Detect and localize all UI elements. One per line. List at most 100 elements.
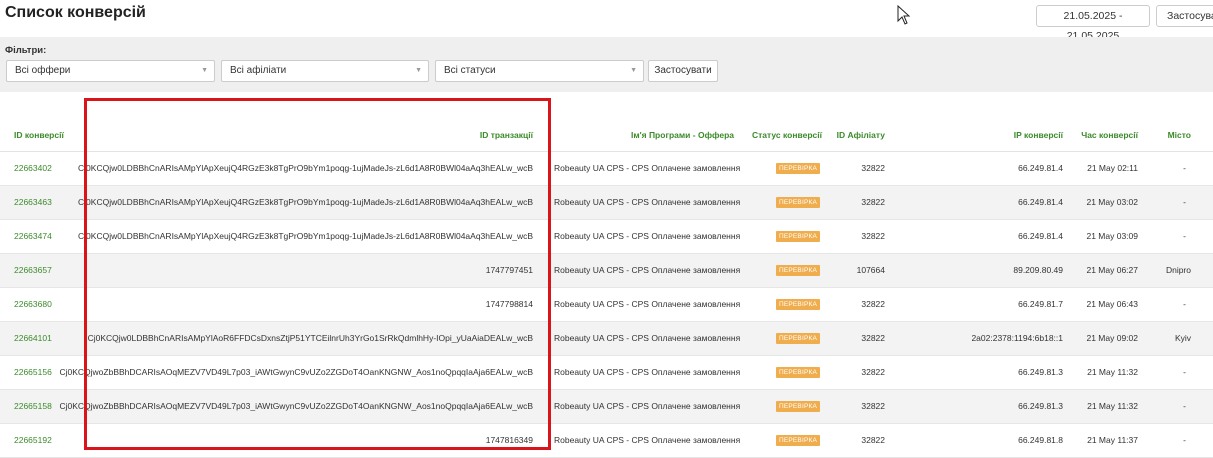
status-badge: ПЕРЕВІРКА bbox=[776, 197, 820, 208]
offers-select[interactable]: Всі оффери ▼ bbox=[6, 60, 215, 82]
city: - bbox=[1183, 299, 1186, 309]
conversion-id-link[interactable]: 22663474 bbox=[14, 220, 52, 253]
conversion-time: 21 May 06:43 bbox=[1086, 299, 1138, 309]
mouse-cursor-icon bbox=[897, 5, 911, 25]
table-row: 22664101 Cj0KCQjw0LDBBhCnARIsAMpYlAoR6FFD… bbox=[0, 322, 1213, 356]
table-row: 22663657 1747797451 Robeauty UA CPS - CPS … bbox=[0, 254, 1213, 288]
transaction-id: 1747798814 bbox=[485, 299, 533, 309]
conversion-time: 21 May 03:02 bbox=[1086, 197, 1138, 207]
transaction-id: Cj0KCQjwoZbBBhDCARIsAOqMEZV7VD49L7p03_iA… bbox=[59, 401, 533, 411]
conversion-id-link[interactable]: 22665192 bbox=[14, 424, 52, 457]
conversion-ip: 66.249.81.3 bbox=[1018, 367, 1063, 377]
column-header-transaction-id[interactable]: ID транзакції bbox=[480, 130, 533, 140]
conversion-id-link[interactable]: 22665156 bbox=[14, 356, 52, 389]
offer-name: Robeauty UA CPS - CPS Оплачене замовленн… bbox=[554, 299, 741, 309]
offer-name: Robeauty UA CPS - CPS Оплачене замовленн… bbox=[554, 333, 741, 343]
status-badge: ПЕРЕВІРКА bbox=[776, 163, 820, 174]
offer-name: Robeauty UA CPS - CPS Оплачене замовленн… bbox=[554, 197, 741, 207]
status-badge: ПЕРЕВІРКА bbox=[776, 265, 820, 276]
conversion-time: 21 May 11:32 bbox=[1087, 367, 1138, 377]
statuses-select-value: Всі статуси bbox=[444, 65, 496, 76]
conversion-ip: 89.209.80.49 bbox=[1013, 265, 1063, 275]
page-title: Список конверсій bbox=[5, 4, 146, 21]
city: - bbox=[1183, 401, 1186, 411]
offer-name: Robeauty UA CPS - CPS Оплачене замовленн… bbox=[554, 401, 741, 411]
conversion-ip: 66.249.81.7 bbox=[1018, 299, 1063, 309]
table-row: 22665158 Cj0KCQjwoZbBBhDCARIsAOqMEZV7VD49… bbox=[0, 390, 1213, 424]
status-badge: ПЕРЕВІРКА bbox=[776, 231, 820, 242]
conversion-id-link[interactable]: 22663657 bbox=[14, 254, 52, 287]
affiliate-id: 32822 bbox=[861, 299, 885, 309]
conversion-time: 21 May 11:32 bbox=[1087, 401, 1138, 411]
chevron-down-icon: ▼ bbox=[201, 67, 208, 74]
city: - bbox=[1183, 163, 1186, 173]
status-badge: ПЕРЕВІРКА bbox=[776, 435, 820, 446]
conversion-ip: 66.249.81.8 bbox=[1018, 435, 1063, 445]
column-header-conversion-id[interactable]: ID конверсії bbox=[14, 130, 64, 140]
transaction-id: Cj0KCQjw0LDBBhCnARIsAMpYlApXeujQ4RGzE3k8… bbox=[78, 197, 533, 207]
city: - bbox=[1183, 435, 1186, 445]
transaction-id: Cj0KCQjw0LDBBhCnARIsAMpYlApXeujQ4RGzE3k8… bbox=[78, 231, 533, 241]
transaction-id: 1747797451 bbox=[485, 265, 533, 275]
city: - bbox=[1183, 197, 1186, 207]
table-row: 22663474 Cj0KCQjw0LDBBhCnARIsAMpYlApXeujQ… bbox=[0, 220, 1213, 254]
conversion-time: 21 May 09:02 bbox=[1086, 333, 1138, 343]
conversion-id-link[interactable]: 22664101 bbox=[14, 322, 52, 355]
affiliate-id: 32822 bbox=[861, 367, 885, 377]
table-row: 22665156 Cj0KCQjwoZbBBhDCARIsAOqMEZV7VD49… bbox=[0, 356, 1213, 390]
transaction-id: Cj0KCQjw0LDBBhCnARIsAMpYlApXeujQ4RGzE3k8… bbox=[78, 163, 533, 173]
conversion-ip: 66.249.81.4 bbox=[1018, 231, 1063, 241]
offer-name: Robeauty UA CPS - CPS Оплачене замовленн… bbox=[554, 231, 741, 241]
offer-name: Robeauty UA CPS - CPS Оплачене замовленн… bbox=[554, 163, 741, 173]
city: Dnipro bbox=[1165, 265, 1191, 275]
city: - bbox=[1183, 367, 1186, 377]
conversion-time: 21 May 02:11 bbox=[1087, 163, 1138, 173]
status-badge: ПЕРЕВІРКА bbox=[776, 367, 820, 378]
conversion-ip: 66.249.81.4 bbox=[1018, 163, 1063, 173]
table-row: 22663680 1747798814 Robeauty UA CPS - CPS … bbox=[0, 288, 1213, 322]
conversion-id-link[interactable]: 22663402 bbox=[14, 152, 52, 185]
transaction-id: Cj0KCQjw0LDBBhCnARIsAMpYlAoR6FFDCsDxnsZt… bbox=[87, 333, 533, 343]
city: - bbox=[1183, 231, 1186, 241]
conversion-ip: 2a02:2378:1194:6b18::1 bbox=[971, 333, 1063, 343]
table-row: 22665192 1747816349 Robeauty UA CPS - CPS … bbox=[0, 424, 1213, 458]
affiliate-id: 32822 bbox=[861, 401, 885, 411]
conversion-id-link[interactable]: 22663463 bbox=[14, 186, 52, 219]
column-header-affiliate-id[interactable]: ID Афіліату bbox=[837, 130, 885, 140]
column-header-status[interactable]: Статус конверсії bbox=[752, 130, 822, 140]
affiliate-id: 32822 bbox=[861, 231, 885, 241]
conversion-time: 21 May 03:09 bbox=[1086, 231, 1138, 241]
affiliate-id: 32822 bbox=[861, 435, 885, 445]
affiliate-id: 32822 bbox=[861, 163, 885, 173]
conversion-id-link[interactable]: 22665158 bbox=[14, 390, 52, 423]
offer-name: Robeauty UA CPS - CPS Оплачене замовленн… bbox=[554, 435, 741, 445]
apply-filters-button[interactable]: Застосувати bbox=[648, 60, 718, 82]
status-badge: ПЕРЕВІРКА bbox=[776, 401, 820, 412]
conversion-time: 21 May 06:27 bbox=[1086, 265, 1138, 275]
conversion-time: 21 May 11:37 bbox=[1087, 435, 1138, 445]
column-header-city[interactable]: Місто bbox=[1168, 130, 1191, 140]
status-badge: ПЕРЕВІРКА bbox=[776, 299, 820, 310]
affiliate-id: 32822 bbox=[861, 333, 885, 343]
city: Kyiv bbox=[1174, 333, 1191, 343]
apply-date-button[interactable]: Застосувати bbox=[1156, 5, 1213, 27]
chevron-down-icon: ▼ bbox=[415, 67, 422, 74]
offer-name: Robeauty UA CPS - CPS Оплачене замовленн… bbox=[554, 265, 741, 275]
offer-name: Robeauty UA CPS - CPS Оплачене замовленн… bbox=[554, 367, 741, 377]
conversion-id-link[interactable]: 22663680 bbox=[14, 288, 52, 321]
affiliate-id: 32822 bbox=[861, 197, 885, 207]
table-row: 22663463 Cj0KCQjw0LDBBhCnARIsAMpYlApXeujQ… bbox=[0, 186, 1213, 220]
affiliates-select-value: Всі афіліати bbox=[230, 65, 287, 76]
affiliates-select[interactable]: Всі афіліати ▼ bbox=[221, 60, 429, 82]
date-range-picker[interactable]: 21.05.2025 - 21.05.2025 bbox=[1036, 5, 1150, 42]
chevron-down-icon: ▼ bbox=[630, 67, 637, 74]
column-header-time[interactable]: Час конверсії bbox=[1081, 130, 1138, 140]
column-header-ip[interactable]: IP конверсії bbox=[1014, 130, 1063, 140]
column-header-offer-name[interactable]: Ім'я Програми - Оффера bbox=[631, 130, 734, 140]
status-badge: ПЕРЕВІРКА bbox=[776, 333, 820, 344]
transaction-id: Cj0KCQjwoZbBBhDCARIsAOqMEZV7VD49L7p03_iA… bbox=[59, 367, 533, 377]
conversion-ip: 66.249.81.4 bbox=[1018, 197, 1063, 207]
statuses-select[interactable]: Всі статуси ▼ bbox=[435, 60, 644, 82]
transaction-id: 1747816349 bbox=[485, 435, 533, 445]
table-row: 22663402 Cj0KCQjw0LDBBhCnARIsAMpYlApXeujQ… bbox=[0, 152, 1213, 186]
